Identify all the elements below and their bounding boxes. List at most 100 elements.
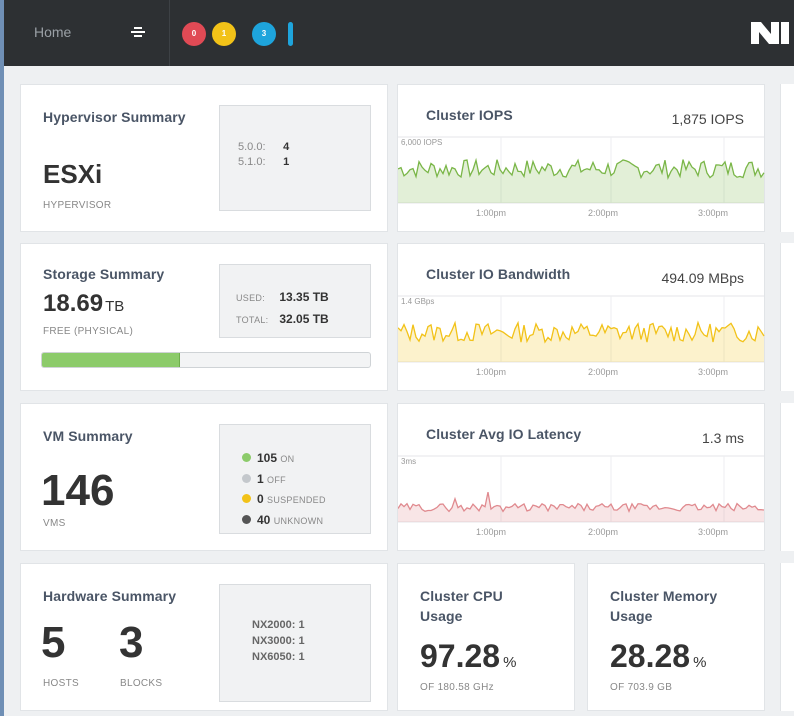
card-title: Hypervisor Summary — [43, 109, 186, 125]
chart-tick-label: 1:00pm — [476, 527, 506, 537]
total-row: TOTAL: 32.05 TB — [236, 309, 329, 331]
version-label: 5.1.0: — [238, 156, 266, 168]
card-title: VM Summary — [43, 428, 133, 444]
vm-state-row: 0 SUSPENDED — [242, 490, 326, 511]
home-label: Home — [34, 24, 72, 40]
vm-state-count: 40 — [257, 512, 271, 527]
hypervisor-name: ESXi — [43, 159, 103, 189]
chart-tick-label: 2:00pm — [588, 367, 618, 377]
free-unit: TB — [105, 298, 125, 315]
hosts-label: HOSTS — [43, 678, 79, 689]
cpu-caption: OF 180.58 GHz — [420, 682, 494, 693]
title-line: Usage — [610, 608, 653, 624]
card-title: Storage Summary — [43, 266, 165, 282]
version-label: 5.0.0: — [238, 141, 266, 153]
critical-alerts-badge[interactable]: 0 — [182, 22, 206, 46]
cpu-unit: % — [503, 654, 517, 671]
cpu-number: 97.28 — [420, 638, 501, 674]
cluster-memory-usage-card[interactable]: Cluster Memory Usage 28.28% OF 703.9 GB — [587, 563, 765, 711]
chart-area — [398, 159, 764, 203]
chart-tick-label: 1:00pm — [476, 208, 506, 218]
used-label: USED: — [236, 293, 266, 303]
vm-states-box: 105 ON 1 OFF 0 SUSPENDED 40 UNKNOWN — [219, 424, 371, 534]
nutanix-logo-icon[interactable] — [749, 20, 791, 46]
dashboard-content: Hypervisor Summary ESXi HYPERVISOR 5.0.0… — [4, 66, 794, 716]
vm-state-row: 40 UNKNOWN — [242, 511, 326, 532]
storage-usage-box: USED: 13.35 TB TOTAL: 32.05 TB — [219, 264, 371, 338]
vm-state-row: 105 ON — [242, 449, 326, 470]
vm-state-label: UNKNOWN — [273, 515, 324, 526]
cluster-io-latency-card[interactable]: Cluster Avg IO Latency 1.3 ms 3ms 1:00pm 2… — [397, 403, 765, 551]
title-line: Cluster Memory — [610, 588, 718, 604]
memory-caption: OF 703.9 GB — [610, 682, 673, 693]
model-row: NX3000: 1 — [252, 635, 305, 647]
card-title: Cluster Memory Usage — [610, 586, 717, 626]
latency-chart: 3ms 1:00pm 2:00pm 3:00pm — [398, 455, 765, 537]
vm-off-dot-icon — [242, 473, 251, 483]
vm-state-count: 0 — [257, 492, 264, 506]
vm-unknown-dot-icon — [242, 514, 251, 524]
offscreen-card[interactable] — [780, 243, 794, 391]
total-value: 32.05 TB — [279, 312, 329, 326]
vm-state-row: 1 OFF — [242, 470, 326, 491]
vm-caption: VMS — [43, 518, 66, 529]
offscreen-card[interactable] — [780, 84, 794, 232]
version-row: 5.1.0: 1 — [238, 155, 289, 170]
title-line: Cluster CPU — [420, 588, 503, 604]
activity-indicator[interactable] — [288, 22, 293, 46]
hypervisor-versions-box: 5.0.0: 4 5.1.0: 1 — [219, 105, 371, 211]
cluster-io-bandwidth-card[interactable]: Cluster IO Bandwidth 494.09 MBps 1.4 GBp… — [397, 243, 765, 391]
storage-usage-bar — [41, 352, 371, 368]
chart-scale-label: 1.4 GBps — [401, 297, 434, 306]
memory-usage-value: 28.28% — [610, 638, 706, 675]
vm-state-label: ON — [280, 454, 295, 464]
storage-free-value: 18.69 TB — [43, 290, 124, 318]
iops-chart: 6,000 IOPS 1:00pm 2:00pm 3:00pm — [398, 136, 765, 218]
storage-free-caption: FREE (PHYSICAL) — [43, 326, 134, 337]
offscreen-card[interactable] — [780, 563, 794, 711]
hosts-count: 5 — [41, 618, 66, 667]
cluster-cpu-usage-card[interactable]: Cluster CPU Usage 97.28% OF 180.58 GHz — [397, 563, 575, 711]
warning-alerts-badge[interactable]: 1 — [212, 22, 236, 46]
version-count: 1 — [283, 156, 290, 168]
offscreen-card[interactable] — [780, 403, 794, 551]
vm-on-dot-icon — [242, 453, 251, 462]
storage-usage-fill — [42, 353, 180, 367]
memory-number: 28.28 — [610, 638, 691, 674]
storage-summary-card[interactable]: Storage Summary 18.69 TB FREE (PHYSICAL) … — [20, 243, 388, 391]
hardware-models-box: NX2000: 1 NX3000: 1 NX6050: 1 — [219, 584, 371, 702]
hypervisor-summary-card[interactable]: Hypervisor Summary ESXi HYPERVISOR 5.0.0… — [20, 84, 388, 232]
chart-tick-label: 3:00pm — [698, 208, 728, 218]
blocks-count: 3 — [119, 618, 144, 667]
chart-scale-label: 3ms — [401, 457, 416, 466]
card-title: Hardware Summary — [43, 588, 177, 604]
chart-tick-label: 2:00pm — [588, 527, 618, 537]
chart-tick-label: 2:00pm — [588, 208, 618, 218]
vm-state-count: 105 — [257, 451, 278, 465]
cpu-usage-value: 97.28% — [420, 638, 516, 675]
chart-scale-label: 6,000 IOPS — [401, 138, 442, 147]
memory-unit: % — [693, 654, 707, 671]
model-row: NX6050: 1 — [252, 651, 305, 663]
vm-suspended-dot-icon — [242, 494, 251, 503]
vm-summary-card[interactable]: VM Summary 146 VMS 105 ON 1 OFF 0 SUSPEN… — [20, 403, 388, 551]
title-line: Usage — [420, 608, 463, 624]
blocks-label: BLOCKS — [120, 678, 163, 689]
cluster-iops-card[interactable]: Cluster IOPS 1,875 IOPS 6,000 IOPS 1:00pm… — [397, 84, 765, 232]
chart-tick-label: 3:00pm — [698, 367, 728, 377]
model-row: NX2000: 1 — [252, 619, 305, 631]
menu-icon[interactable] — [131, 26, 145, 38]
vm-state-label: OFF — [267, 474, 286, 485]
hypervisor-caption: HYPERVISOR — [43, 200, 112, 211]
vm-count: 146 — [41, 466, 115, 515]
card-title: Cluster CPU Usage — [420, 586, 503, 626]
info-alerts-badge[interactable]: 3 — [252, 22, 276, 46]
chart-tick-label: 3:00pm — [698, 527, 728, 537]
bandwidth-chart: 1.4 GBps 1:00pm 2:00pm 3:00pm — [398, 295, 765, 377]
home-tab[interactable]: Home — [4, 0, 170, 66]
total-label: TOTAL: — [236, 315, 269, 325]
vm-state-count: 1 — [257, 471, 264, 486]
free-number: 18.69 — [43, 290, 104, 317]
top-navigation-bar: Home 0 1 3 — [4, 0, 794, 66]
hardware-summary-card[interactable]: Hardware Summary 5 HOSTS 3 BLOCKS NX2000… — [20, 563, 388, 711]
